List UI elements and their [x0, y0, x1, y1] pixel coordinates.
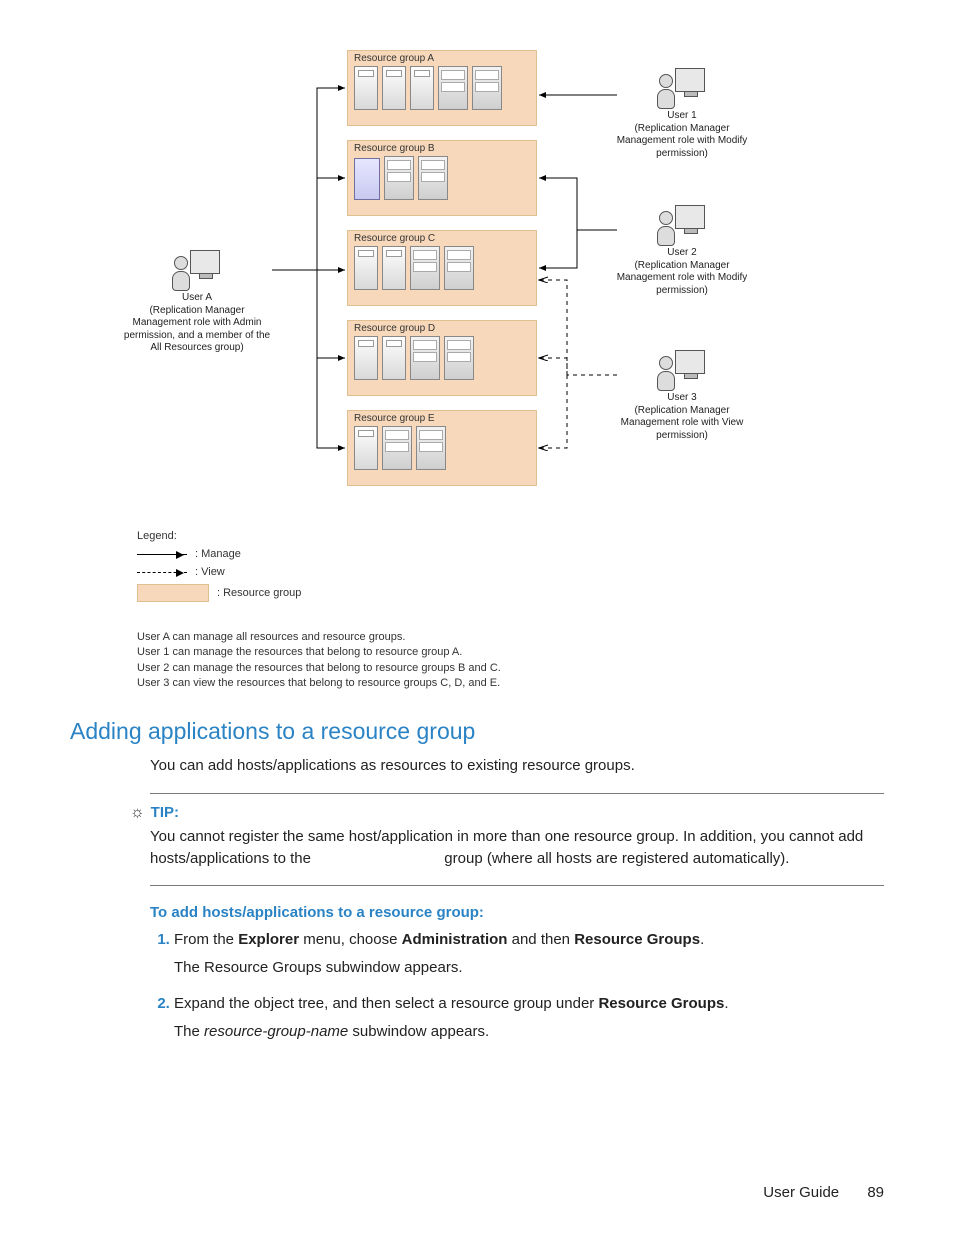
user-1-node: User 1 (Replication Manager Management r…	[607, 68, 757, 160]
diagram-note: User 1 can manage the resources that bel…	[137, 645, 501, 660]
step-text-bold: Explorer	[238, 931, 299, 948]
step-1: From the Explorer menu, choose Administr…	[174, 929, 884, 979]
resource-group-b: Resource group B	[347, 140, 537, 216]
user-icon	[657, 205, 707, 245]
user-icon	[172, 250, 222, 290]
tip-label: TIP:	[151, 804, 179, 821]
user-2-desc: (Replication Manager Management role wit…	[607, 260, 757, 298]
step-text-bold: Administration	[402, 931, 508, 948]
diagram-note: User 2 can manage the resources that bel…	[137, 661, 501, 676]
user-3-desc: (Replication Manager Management role wit…	[607, 405, 757, 443]
step-text: subwindow appears.	[348, 1023, 489, 1040]
resource-group-diagram: Resource group A Resource group B Resour…	[117, 50, 837, 690]
step-text: The	[174, 1023, 204, 1040]
step-text-bold: Resource Groups	[574, 931, 700, 948]
section-heading: Adding applications to a resource group	[70, 718, 884, 745]
user-2-node: User 2 (Replication Manager Management r…	[607, 205, 757, 297]
resource-group-c: Resource group C	[347, 230, 537, 306]
user-a-name: User A	[122, 292, 272, 305]
user-1-name: User 1	[607, 110, 757, 123]
resource-group-d: Resource group D	[347, 320, 537, 396]
rg-b-label: Resource group B	[354, 143, 530, 154]
user-a-desc: (Replication Manager Management role wit…	[122, 305, 272, 355]
step-text: .	[724, 995, 728, 1012]
user-1-desc: (Replication Manager Management role wit…	[607, 123, 757, 161]
tip-text: group (where all hosts are registered au…	[440, 850, 789, 867]
user-icon	[657, 350, 707, 390]
legend-manage-arrow	[137, 554, 187, 555]
step-text-bold: Resource Groups	[598, 995, 724, 1012]
diagram-notes: User A can manage all resources and reso…	[137, 630, 501, 692]
step-text: From the	[174, 931, 238, 948]
step-subtext: The Resource Groups subwindow appears.	[174, 957, 884, 979]
step-text: .	[700, 931, 704, 948]
footer-title: User Guide	[763, 1184, 839, 1201]
procedure-heading: To add hosts/applications to a resource …	[150, 904, 884, 921]
divider	[150, 885, 884, 886]
page-number: 89	[867, 1184, 884, 1201]
procedure-steps: From the Explorer menu, choose Administr…	[150, 929, 884, 1042]
rg-d-label: Resource group D	[354, 323, 530, 334]
user-3-node: User 3 (Replication Manager Management r…	[607, 350, 757, 442]
legend-rg-box	[137, 584, 209, 602]
user-2-name: User 2	[607, 247, 757, 260]
intro-text: You can add hosts/applications as resour…	[150, 755, 884, 777]
tip-block: ☼ TIP: You cannot register the same host…	[130, 804, 884, 870]
legend-header: Legend:	[137, 530, 301, 542]
tip-text-gap	[315, 850, 440, 867]
rg-c-label: Resource group C	[354, 233, 530, 244]
diagram-note: User 3 can view the resources that belon…	[137, 676, 501, 691]
page-footer: User Guide 89	[763, 1184, 884, 1201]
step-text: Expand the object tree, and then select …	[174, 995, 598, 1012]
rg-e-label: Resource group E	[354, 413, 530, 424]
diagram-legend: Legend: : Manage : View : Resource group	[137, 530, 301, 608]
step-subtext: The resource-group-name subwindow appear…	[174, 1021, 884, 1043]
divider	[150, 793, 884, 794]
user-a-node: User A (Replication Manager Management r…	[122, 250, 272, 355]
rg-a-label: Resource group A	[354, 53, 530, 64]
resource-group-a: Resource group A	[347, 50, 537, 126]
user-icon	[657, 68, 707, 108]
tip-body: You cannot register the same host/applic…	[150, 826, 874, 870]
user-3-name: User 3	[607, 392, 757, 405]
diagram-note: User A can manage all resources and reso…	[137, 630, 501, 645]
lightbulb-icon: ☼	[130, 804, 145, 822]
step-text: and then	[507, 931, 574, 948]
step-text-italic: resource-group-name	[204, 1023, 348, 1040]
legend-view-label: : View	[195, 566, 225, 578]
step-text: menu, choose	[299, 931, 402, 948]
resource-group-e: Resource group E	[347, 410, 537, 486]
legend-view-arrow	[137, 572, 187, 573]
step-2: Expand the object tree, and then select …	[174, 993, 884, 1043]
legend-rg-label: : Resource group	[217, 587, 301, 599]
legend-manage-label: : Manage	[195, 548, 241, 560]
